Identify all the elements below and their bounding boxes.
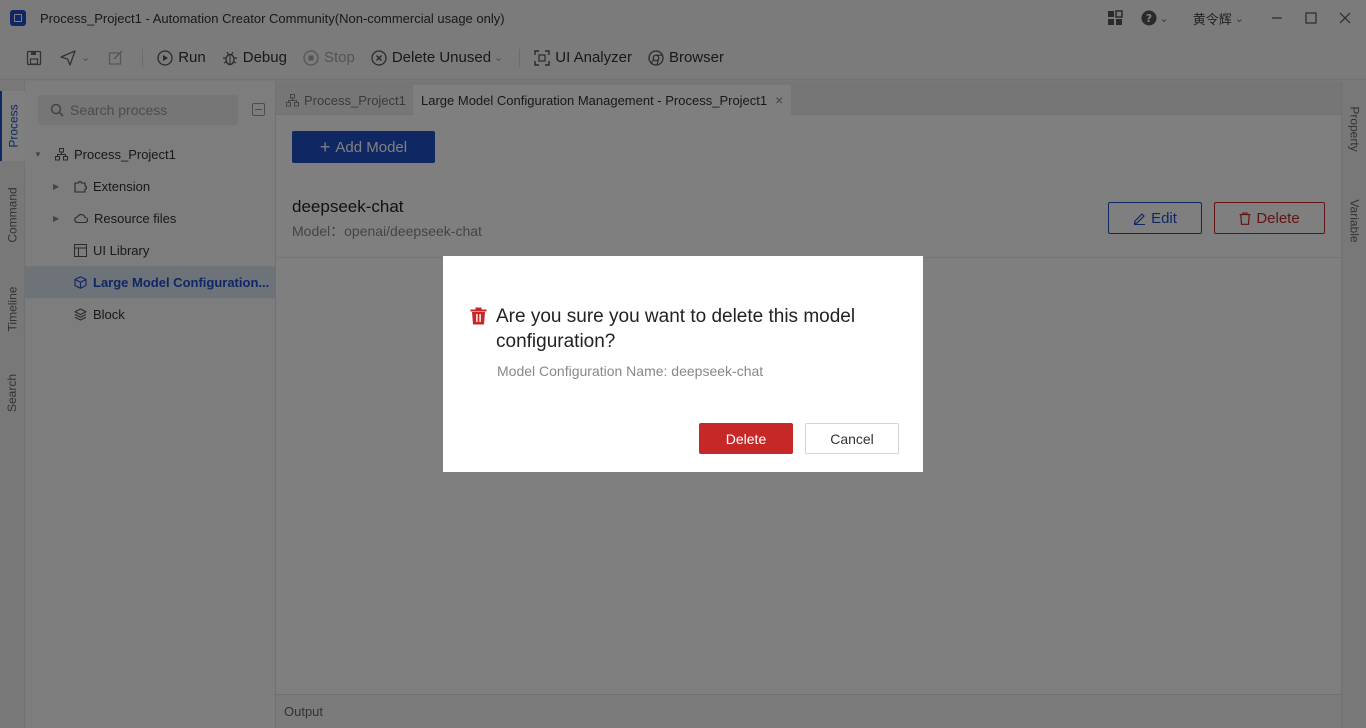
cancel-button[interactable]: Cancel xyxy=(805,423,899,454)
delete-confirm-dialog: Are you sure you want to delete this mod… xyxy=(443,256,923,472)
dialog-title: Are you sure you want to delete this mod… xyxy=(496,306,856,352)
confirm-delete-button[interactable]: Delete xyxy=(699,423,793,454)
dialog-message: Model Configuration Name: deepseek-chat xyxy=(497,363,764,379)
trash-icon xyxy=(470,307,487,325)
